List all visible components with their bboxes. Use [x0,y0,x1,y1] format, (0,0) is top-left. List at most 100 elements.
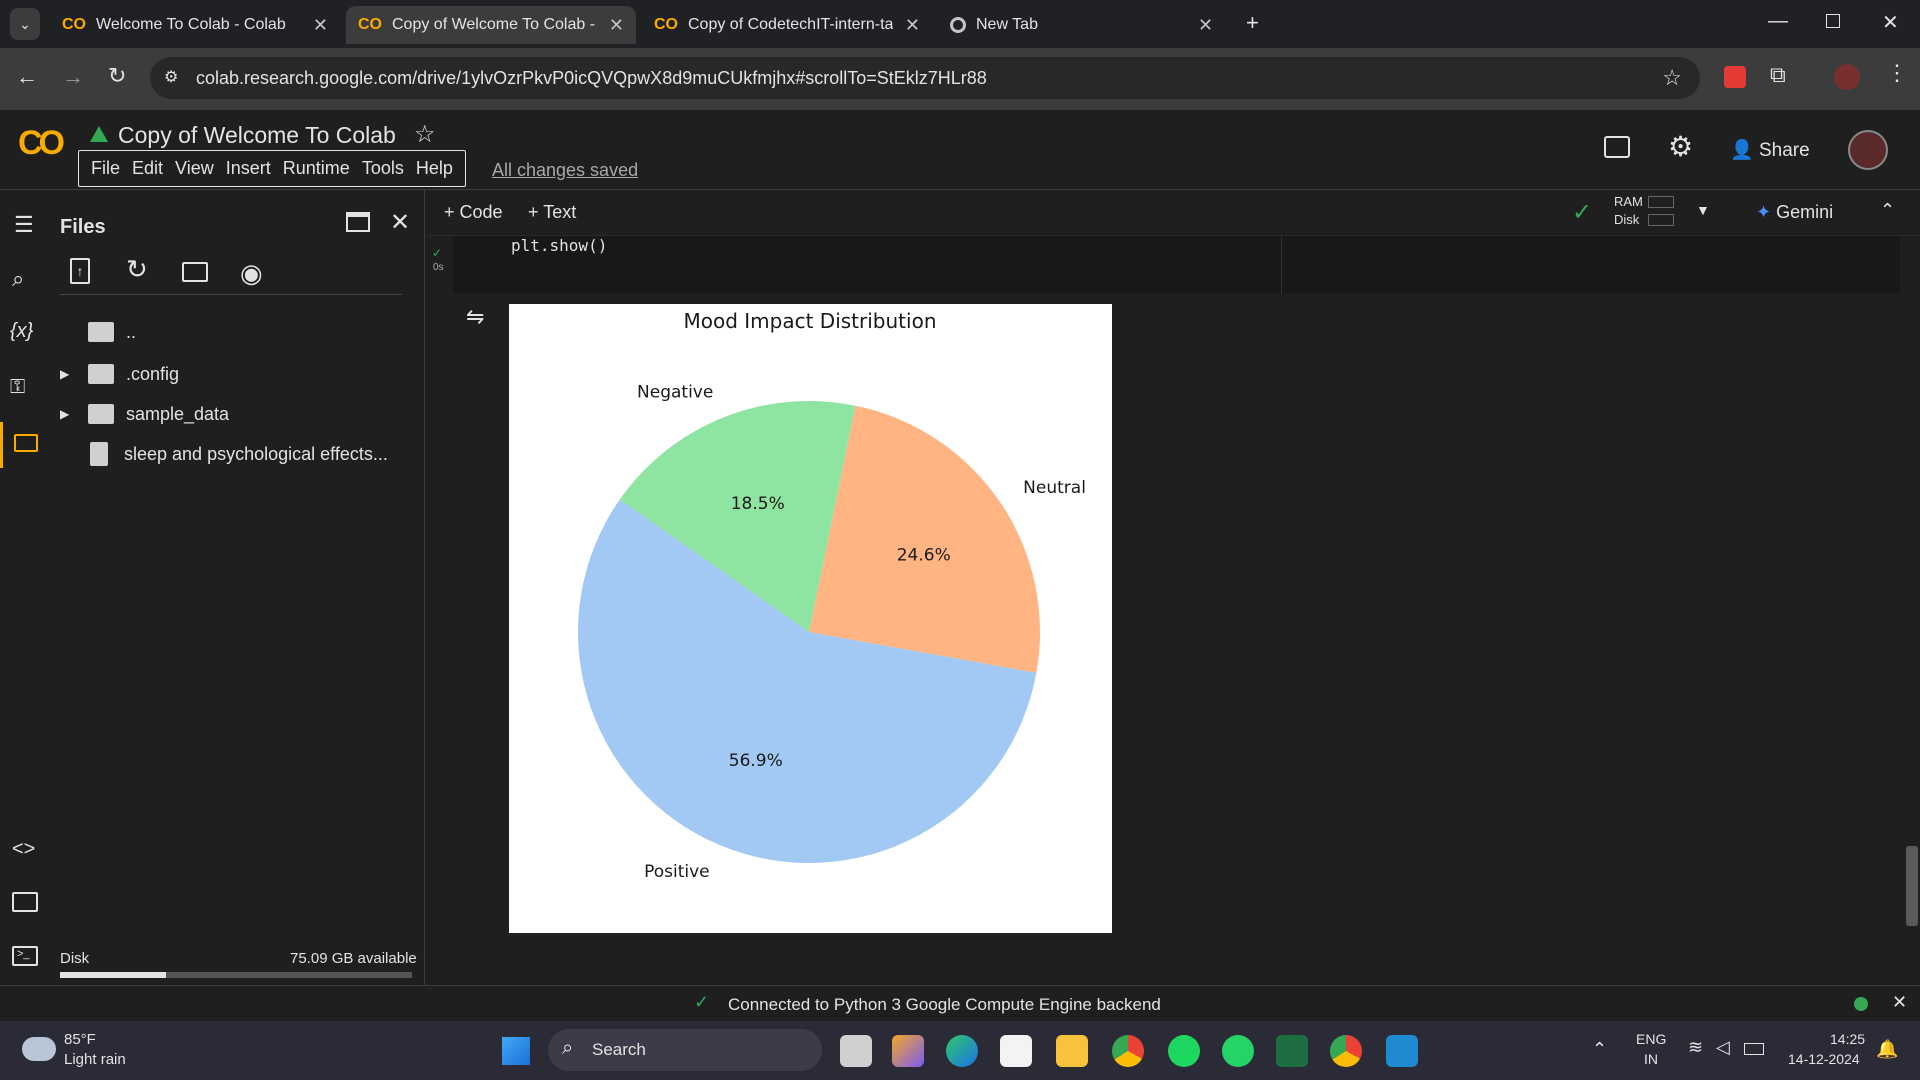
collapse-chevron-icon[interactable]: ⌃ [1880,200,1895,221]
back-icon[interactable]: ← [16,64,38,90]
reload-icon[interactable]: ↻ [108,63,126,89]
taskbar: 85°F Light rain ⌕ Search ⌃ ENG IN ≋ ◁ 14… [0,1021,1920,1080]
close-window-button[interactable]: ✕ [1882,10,1899,35]
browser-menu-icon[interactable]: ⋮ [1886,60,1908,86]
restore-button[interactable] [1826,14,1840,28]
edge-icon[interactable] [946,1035,978,1067]
menu-edit[interactable]: Edit [132,158,163,179]
disk-meter[interactable] [1648,214,1674,226]
colab-header: CO Copy of Welcome To Colab ☆ File Edit … [0,110,1920,190]
code-snippets-icon[interactable]: <> [12,838,35,861]
menu-runtime[interactable]: Runtime [283,158,350,179]
notebook-scrollbar[interactable] [1906,846,1918,926]
vscode-icon[interactable] [1386,1035,1418,1067]
clock-time[interactable]: 14:25 [1830,1031,1865,1047]
search-icon: ⌕ [562,1037,574,1059]
new-tab-button[interactable]: + [1246,10,1259,36]
close-icon[interactable]: ✕ [1198,15,1213,36]
weather-cloud-icon[interactable] [22,1037,56,1061]
expand-arrow-icon[interactable]: ▶ [60,367,88,381]
mount-drive-icon[interactable] [182,262,208,282]
file-item-folder[interactable]: ▶ .config [60,356,179,392]
whatsapp-icon[interactable] [1222,1035,1254,1067]
folder-icon[interactable] [0,422,50,468]
chrome-icon[interactable] [1112,1035,1144,1067]
star-icon[interactable]: ☆ [414,120,436,149]
chrome-profile-icon[interactable] [1330,1035,1362,1067]
spotify-icon[interactable] [1168,1035,1200,1067]
file-item-file[interactable]: sleep and psychological effects... [88,436,388,472]
upload-icon[interactable]: ↑ [70,258,90,284]
bookmark-star-icon[interactable]: ☆ [1662,57,1682,99]
runtime-dropdown-icon[interactable]: ▼ [1696,202,1710,218]
browser-tab[interactable]: CO Copy of CodetechIT-intern-task ✕ [642,6,932,44]
url-text: colab.research.google.com/drive/1ylvOzrP… [196,68,987,88]
show-hidden-eye-icon[interactable]: ◉ [240,258,263,289]
secrets-key-icon[interactable]: ⚿ [10,376,25,399]
save-status[interactable]: All changes saved [492,160,638,181]
extension-icon[interactable] [1724,66,1746,88]
settings-gear-icon[interactable]: ⚙ [1668,130,1693,163]
file-item-folder[interactable]: ▶ sample_data [60,396,229,432]
profile-avatar[interactable] [1834,64,1860,90]
lang-line1[interactable]: ENG [1636,1031,1666,1047]
wifi-icon[interactable]: ≋ [1688,1037,1703,1058]
menu-file[interactable]: File [91,158,120,179]
refresh-icon[interactable]: ↻ [126,254,148,285]
menu-view[interactable]: View [175,158,214,179]
address-bar-row: ← → ↻ ⚙ colab.research.google.com/drive/… [0,48,1920,110]
share-button[interactable]: 👤 Share [1730,138,1810,162]
pie-pct-label: 24.6% [897,545,951,565]
colab-tab-icon: CO [358,16,382,33]
tab-search-button[interactable]: ⌄ [10,8,40,40]
store-icon[interactable] [1000,1035,1032,1067]
task-view-icon[interactable] [840,1035,872,1067]
search-icon[interactable]: ⌕ [12,266,24,292]
extensions-puzzle-icon[interactable]: ⧉ [1770,62,1786,88]
battery-icon[interactable] [1744,1043,1764,1055]
notebook-title[interactable]: Copy of Welcome To Colab [118,122,396,149]
command-palette-icon[interactable] [12,892,38,912]
windows-start-icon[interactable] [502,1037,530,1065]
open-in-tab-icon[interactable] [346,212,370,232]
browser-tab-active[interactable]: CO Copy of Welcome To Colab - Colab ✕ [346,6,636,44]
menu-insert[interactable]: Insert [226,158,271,179]
code-cell[interactable]: plt.show() [453,236,1900,294]
add-text-button[interactable]: + Text [528,202,576,223]
file-item-parent[interactable]: .. [84,314,136,350]
taskbar-search-box[interactable]: ⌕ Search [548,1029,822,1071]
close-icon[interactable]: ✕ [313,15,328,36]
ram-meter[interactable] [1648,196,1674,208]
expand-arrow-icon[interactable]: ▶ [60,407,88,421]
menu-tools[interactable]: Tools [362,158,404,179]
close-icon[interactable]: ✕ [609,15,624,36]
close-icon[interactable]: ✕ [905,15,920,36]
terminal-icon[interactable]: >_ [12,946,38,966]
forward-icon[interactable]: → [62,64,84,90]
browser-tab[interactable]: CO Welcome To Colab - Colab ✕ [50,6,340,44]
table-of-contents-icon[interactable]: ☰ [14,212,34,238]
chrome-tab-icon [950,17,966,33]
menu-help[interactable]: Help [416,158,453,179]
lang-line2[interactable]: IN [1644,1051,1658,1067]
close-status-icon[interactable]: ✕ [1892,992,1907,1013]
minimize-button[interactable]: — [1768,10,1788,33]
excel-icon[interactable] [1276,1035,1308,1067]
site-info-icon[interactable]: ⚙ [164,57,178,99]
colab-logo[interactable]: CO [18,124,65,163]
volume-icon[interactable]: ◁ [1716,1037,1730,1058]
browser-tab[interactable]: New Tab ✕ [938,6,1228,44]
output-toggle-icon[interactable]: ⇋ [466,304,484,330]
close-panel-icon[interactable]: ✕ [390,208,410,237]
account-avatar[interactable] [1848,130,1888,170]
file-explorer-icon[interactable] [1056,1035,1088,1067]
tray-chevron-icon[interactable]: ⌃ [1592,1039,1607,1060]
url-bar[interactable]: ⚙ colab.research.google.com/drive/1ylvOz… [150,57,1700,99]
add-code-button[interactable]: + Code [444,202,503,223]
clock-date[interactable]: 14-12-2024 [1788,1051,1860,1067]
variables-icon[interactable]: {x} [10,320,33,343]
comments-icon[interactable] [1604,136,1630,158]
copilot-icon[interactable] [892,1035,924,1067]
notification-bell-icon[interactable]: 🔔 [1876,1039,1898,1060]
gemini-button[interactable]: ✦ Gemini [1756,202,1833,223]
